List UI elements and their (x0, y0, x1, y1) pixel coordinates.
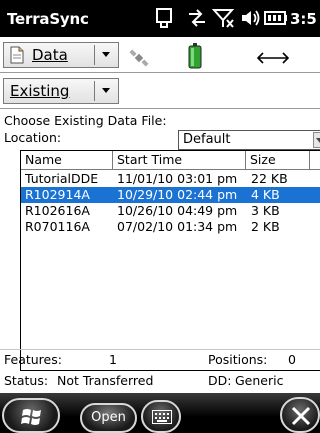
column-header-size[interactable]: Size (246, 151, 310, 169)
signal-off-icon[interactable] (212, 6, 236, 30)
battery-status-icon[interactable] (264, 6, 288, 30)
battery-icon[interactable] (188, 43, 202, 69)
table-cell-start-time: 07/02/10 01:34 pm (117, 219, 238, 234)
file-list[interactable]: Name Start Time Size TutorialDDE 11/01/10… (20, 150, 320, 371)
chevron-down-icon (102, 88, 110, 93)
dd-label: DD: (208, 373, 232, 388)
file-dropdown-label: Existing (10, 82, 70, 100)
file-dropdown[interactable]: Existing (3, 78, 119, 104)
table-row[interactable]: R070116A 07/02/10 01:34 pm 2 KB (21, 219, 320, 235)
start-button[interactable] (2, 398, 60, 433)
table-cell-size: 2 KB (251, 219, 280, 234)
divider (0, 349, 320, 350)
features-label: Features: (4, 352, 62, 367)
chevron-down-icon (102, 52, 110, 57)
features-value: 1 (109, 352, 117, 367)
title-bar: TerraSync 3:5 (0, 0, 320, 37)
choose-file-label: Choose Existing Data File: (4, 113, 167, 128)
status-label: Status: (4, 373, 49, 388)
dd-value: Generic (235, 373, 284, 388)
divider (0, 72, 320, 73)
table-cell-name: R102914A (25, 187, 90, 202)
close-icon (291, 406, 311, 426)
column-header-name[interactable]: Name (21, 151, 113, 169)
clock[interactable]: 3:5 (290, 10, 317, 28)
document-icon (10, 46, 24, 64)
positions-value: 0 (288, 352, 296, 367)
column-header-start-time[interactable]: Start Time (113, 151, 246, 169)
section-dropdown-label: Data (32, 46, 68, 64)
data-card-icon[interactable] (154, 6, 174, 30)
width-arrows-icon[interactable] (256, 51, 290, 65)
table-cell-size: 3 KB (251, 203, 280, 218)
table-cell-start-time: 10/26/10 04:49 pm (117, 203, 238, 218)
app-title: TerraSync (7, 10, 89, 28)
section-dropdown[interactable]: Data (3, 42, 119, 68)
keyboard-icon (152, 410, 172, 424)
table-row[interactable]: R102914A 10/29/10 02:44 pm 4 KB (21, 187, 320, 203)
toolbar: Data (0, 37, 320, 72)
location-select-button[interactable] (313, 132, 320, 148)
table-cell-name: R070116A (25, 219, 90, 234)
gps-satellite-icon[interactable] (128, 48, 150, 68)
table-cell-start-time: 11/01/10 03:01 pm (117, 171, 238, 186)
positions-label: Positions: (208, 352, 268, 367)
table-cell-size: 22 KB (251, 171, 288, 186)
close-button[interactable] (280, 397, 320, 433)
list-header: Name Start Time Size (21, 151, 320, 170)
open-button[interactable]: Open (80, 403, 137, 433)
windows-start-icon (21, 409, 41, 425)
connectivity-icon[interactable] (186, 6, 208, 30)
location-select[interactable]: Default (178, 130, 320, 150)
table-cell-name: TutorialDDE (25, 171, 99, 186)
table-row[interactable]: R102616A 10/26/10 04:49 pm 3 KB (21, 203, 320, 219)
location-label: Location: (4, 130, 62, 145)
dropdown-separator (94, 45, 95, 65)
table-row[interactable]: TutorialDDE 11/01/10 03:01 pm 22 KB (21, 171, 320, 187)
location-value: Default (183, 132, 231, 147)
table-cell-start-time: 10/29/10 02:44 pm (117, 187, 238, 202)
volume-icon[interactable] (240, 6, 262, 30)
divider (0, 108, 320, 109)
table-cell-size: 4 KB (251, 187, 280, 202)
status-value: Not Transferred (57, 373, 154, 388)
chevron-down-icon (316, 138, 320, 143)
table-cell-name: R102616A (25, 203, 90, 218)
keyboard-button[interactable] (141, 400, 181, 433)
dropdown-separator (94, 81, 95, 101)
